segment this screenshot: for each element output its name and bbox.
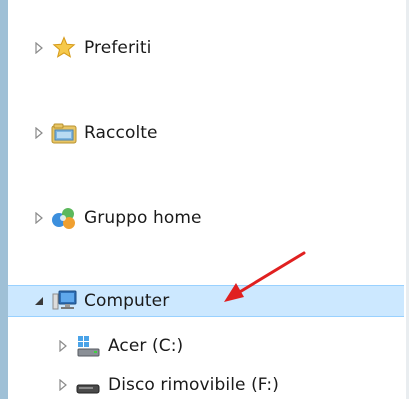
system-drive-icon [74, 334, 102, 358]
expand-arrow-icon[interactable] [56, 339, 70, 353]
tree-item-drive-c[interactable]: Acer (C:) [8, 331, 406, 361]
removable-drive-icon [74, 373, 102, 397]
tree-item-drive-f[interactable]: Disco rimovibile (F:) [8, 370, 406, 400]
expand-arrow-icon[interactable] [32, 41, 46, 55]
expand-arrow-icon[interactable] [56, 378, 70, 392]
tree-item-homegroup[interactable]: Gruppo home [8, 203, 406, 233]
tree-item-label: Raccolte [84, 123, 158, 143]
navigation-pane-border [0, 0, 8, 399]
star-icon [50, 36, 78, 60]
expand-arrow-icon[interactable] [32, 126, 46, 140]
expand-arrow-icon[interactable] [32, 211, 46, 225]
navigation-pane: Preferiti Raccolte Gruppo home Computer … [8, 0, 406, 399]
tree-item-favorites[interactable]: Preferiti [8, 33, 406, 63]
computer-icon [50, 289, 78, 313]
libraries-folder-icon [50, 121, 78, 145]
tree-item-label: Computer [84, 291, 170, 311]
tree-item-label: Gruppo home [84, 208, 202, 228]
tree-item-label: Disco rimovibile (F:) [108, 375, 279, 395]
tree-item-libraries[interactable]: Raccolte [8, 118, 406, 148]
tree-item-computer[interactable]: Computer [8, 285, 404, 317]
tree-item-label: Acer (C:) [108, 336, 184, 356]
collapse-arrow-icon[interactable] [32, 294, 46, 308]
homegroup-icon [50, 206, 78, 230]
tree-item-label: Preferiti [84, 38, 152, 58]
